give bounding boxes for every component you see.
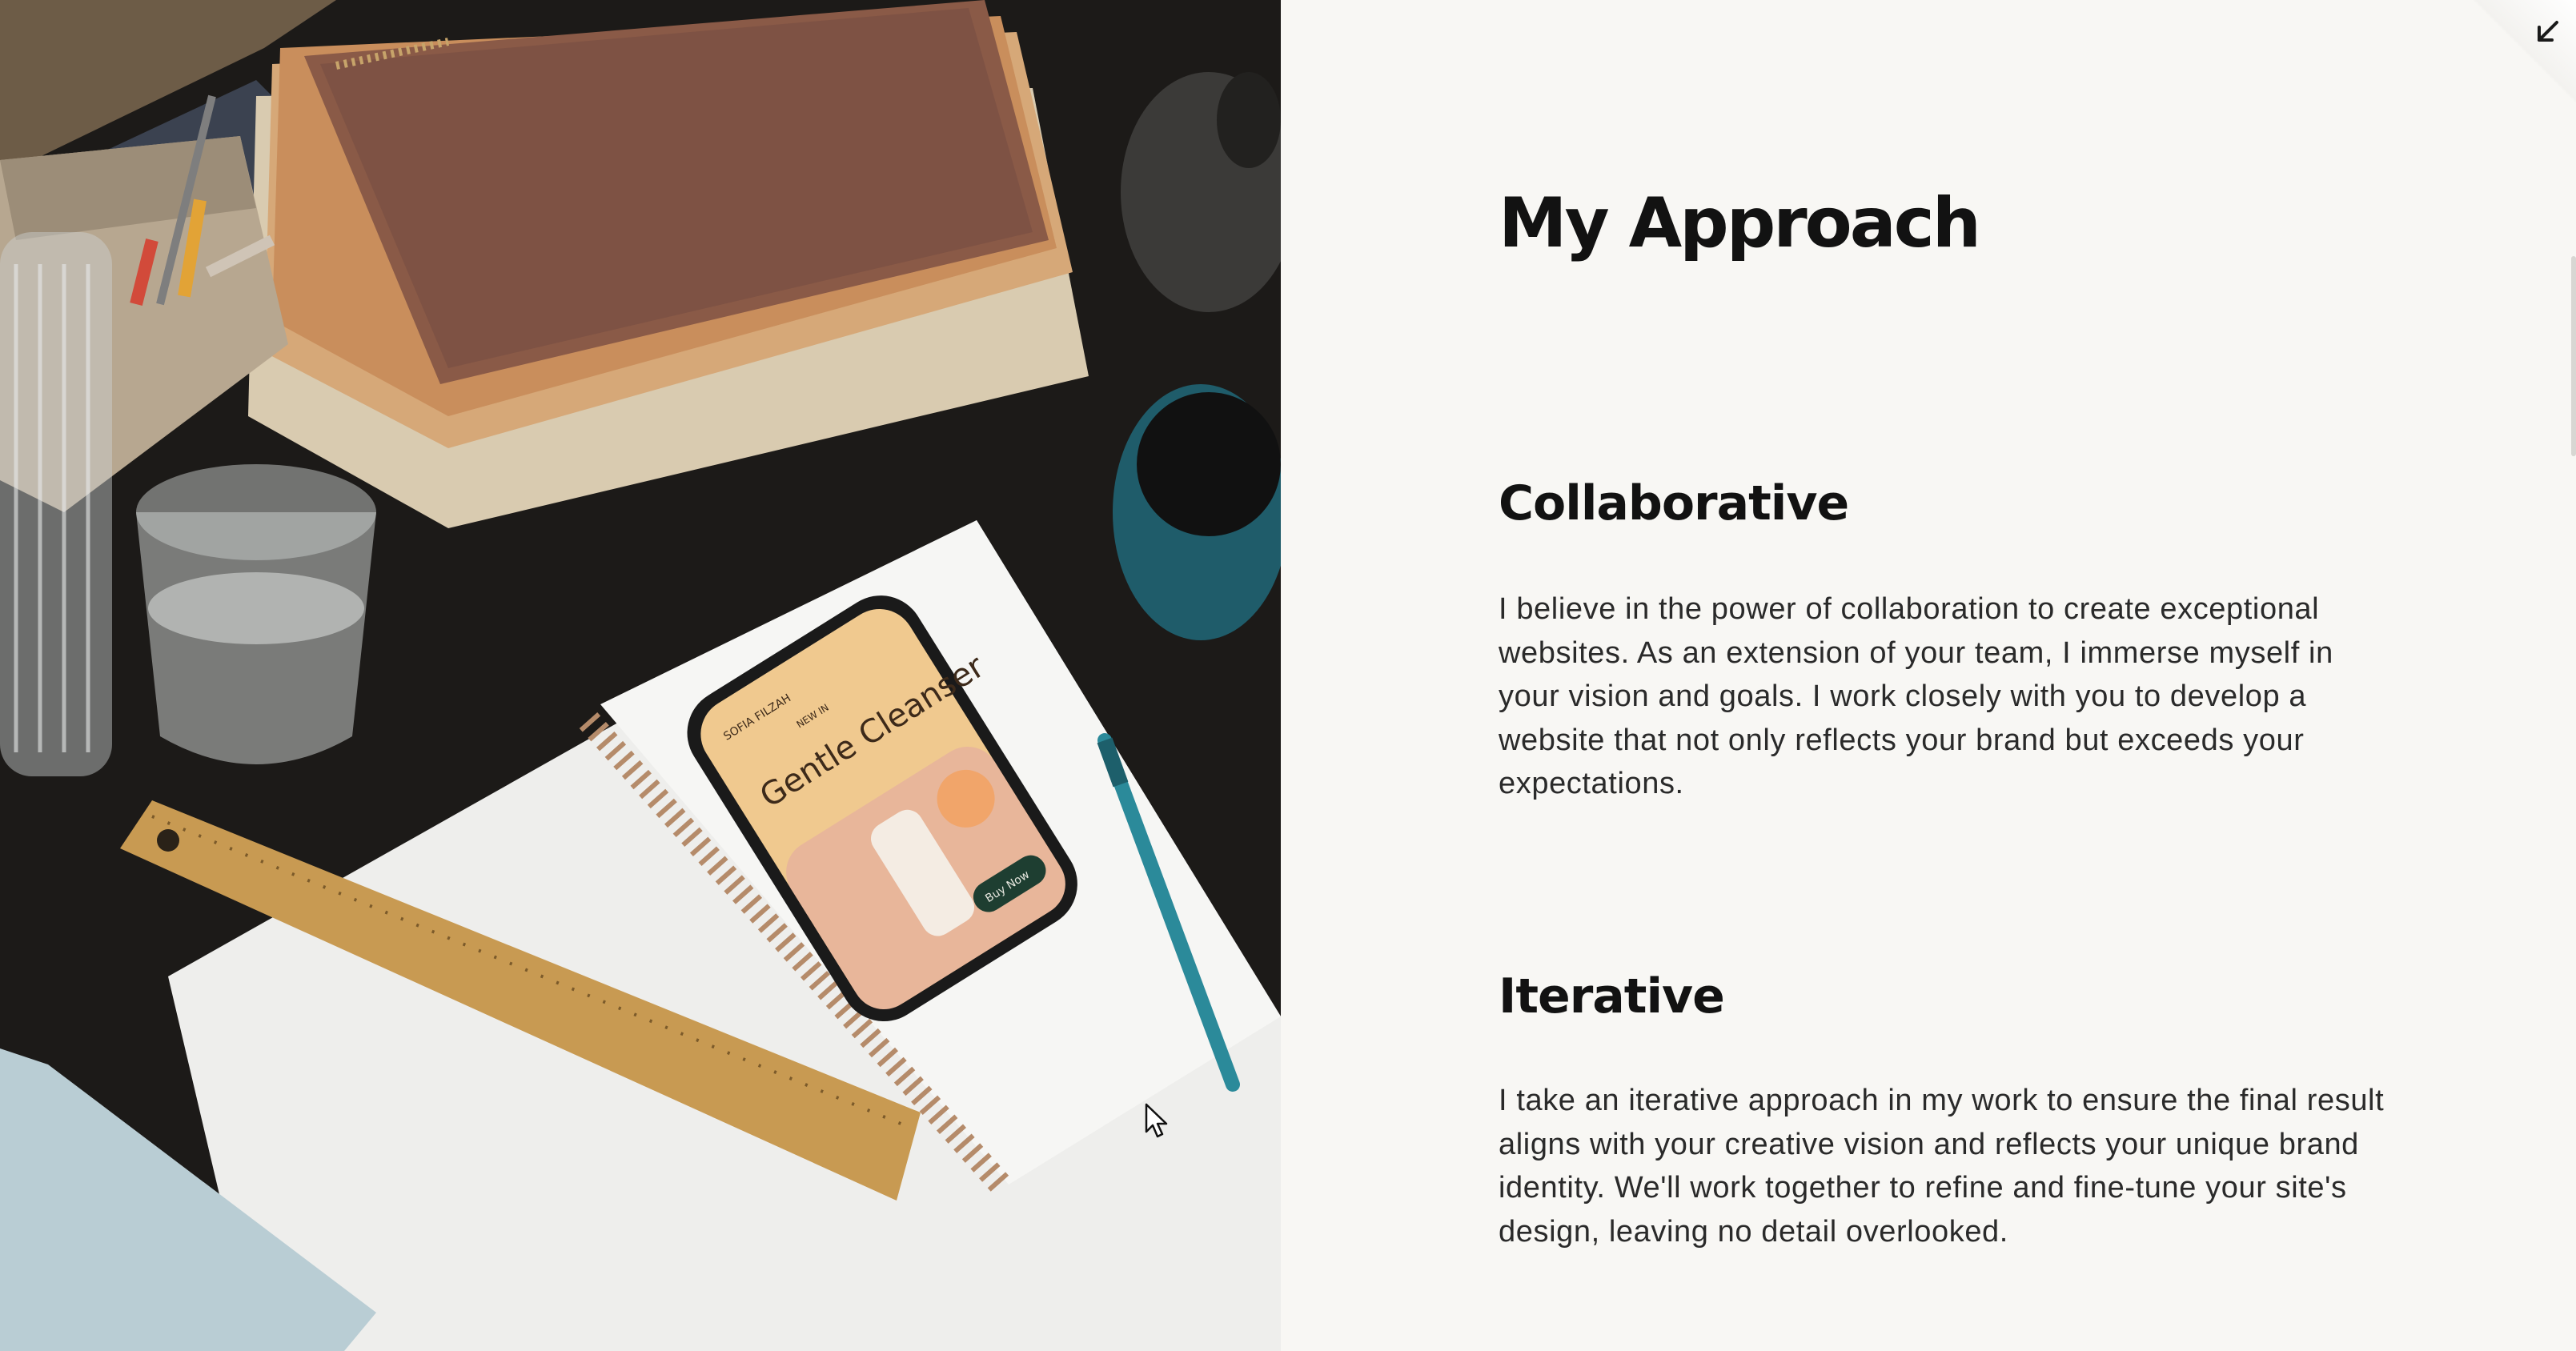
section-body-collaborative: I believe in the power of collaboration … [1499, 592, 2333, 800]
hero-photo: SOFIA FILZAH NEW IN Gentle Cleanser Buy … [0, 0, 1281, 1351]
approach-panel: My Approach Collaborative I believe in t… [1281, 0, 2576, 1351]
arrow-down-left-icon [2533, 18, 2562, 50]
mouse-pointer-icon [1145, 1103, 1169, 1144]
scrollbar-thumb[interactable] [2571, 256, 2576, 456]
section-title-collaborative: Collaborative [1499, 475, 1849, 531]
page: SOFIA FILZAH NEW IN Gentle Cleanser Buy … [0, 0, 2576, 1351]
section-body-iterative: I take an iterative approach in my work … [1499, 1084, 2385, 1249]
section-title-iterative: Iterative [1499, 968, 1725, 1024]
page-title: My Approach [1499, 183, 1981, 263]
collapse-button[interactable] [2528, 14, 2566, 53]
